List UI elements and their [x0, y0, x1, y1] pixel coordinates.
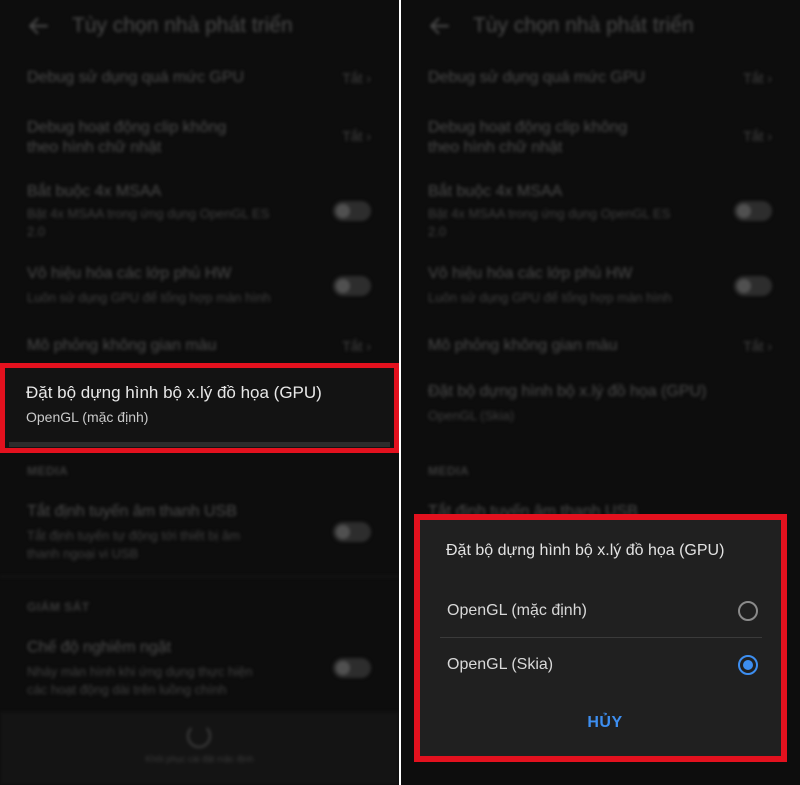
- setting-color-space[interactable]: Mô phỏng không gian màu Tắt ›: [401, 330, 800, 362]
- setting-force-msaa[interactable]: Bắt buộc 4x MSAA Bật 4x MSAA trong ứng d…: [0, 180, 399, 242]
- setting-gpu-renderer[interactable]: Đặt bộ dựng hình bộ x.lý đồ họa (GPU) Op…: [401, 378, 800, 430]
- setting-title: Vô hiệu hóa các lớp phủ HW: [27, 265, 232, 282]
- setting-title-line1: Debug hoạt động clip không: [27, 119, 227, 136]
- setting-subtitle-line1: Bật 4x MSAA trong ứng dụng OpenGL ES: [27, 206, 270, 221]
- msaa-toggle[interactable]: [734, 201, 772, 221]
- setting-title: Debug sử dụng quá mức GPU: [27, 69, 245, 86]
- reset-defaults-label[interactable]: Khôi phục cài đặt mặc định: [0, 754, 399, 764]
- option-opengl-default[interactable]: OpenGL (mặc định): [440, 585, 762, 637]
- setting-title: Debug sử dụng quá mức GPU: [428, 69, 646, 86]
- setting-gpu-overdraw[interactable]: Debug sử dụng quá mức GPU Tắt ›: [0, 62, 399, 98]
- setting-strict-mode[interactable]: Chế độ nghiêm ngặt Nháy màn hình khi ứng…: [0, 636, 399, 702]
- setting-force-msaa[interactable]: Bắt buộc 4x MSAA Bật 4x MSAA trong ứng d…: [401, 180, 800, 242]
- setting-subtitle-line1: Tắt định tuyến tự động tới thiết bị âm: [27, 528, 241, 543]
- setting-subtitle-line2: 2.0: [428, 224, 447, 239]
- setting-title: Vô hiệu hóa các lớp phủ HW: [428, 265, 633, 282]
- toggle-knob: [336, 525, 350, 539]
- back-arrow-icon[interactable]: [26, 13, 52, 39]
- section-header-media: MEDIA: [428, 464, 470, 478]
- app-bar: Tùy chọn nhà phát triển: [0, 0, 399, 56]
- setting-clip-ops[interactable]: Debug hoạt động clip không theo hình chữ…: [401, 114, 800, 164]
- setting-disable-hw-overlays[interactable]: Vô hiệu hóa các lớp phủ HW Luôn sử dụng …: [401, 262, 800, 310]
- setting-subtitle-line1: Bật 4x MSAA trong ứng dụng OpenGL ES: [428, 206, 671, 221]
- setting-title-line2: theo hình chữ nhật: [27, 139, 162, 156]
- cancel-button[interactable]: HỦY: [570, 714, 640, 742]
- toggle-knob: [336, 661, 350, 675]
- bottom-bar: [0, 712, 399, 785]
- page-title: Tùy chọn nhà phát triển: [72, 14, 293, 37]
- highlight-frame: [0, 363, 399, 453]
- setting-subtitle-line2: thanh ngoại vi USB: [27, 546, 139, 561]
- option-label: OpenGL (mặc định): [447, 602, 587, 619]
- refresh-icon[interactable]: [187, 724, 211, 748]
- setting-title-line2: theo hình chữ nhật: [428, 139, 563, 156]
- setting-subtitle-line1: Nháy màn hình khi ứng dụng thực hiện: [27, 664, 253, 679]
- setting-title: Chế độ nghiêm ngặt: [27, 639, 172, 656]
- option-opengl-skia[interactable]: OpenGL (Skia): [440, 639, 762, 691]
- back-arrow-icon[interactable]: [427, 13, 453, 39]
- app-bar: Tùy chọn nhà phát triển: [401, 0, 800, 56]
- setting-value: Tắt ›: [342, 70, 371, 86]
- setting-title: Đặt bộ dựng hình bộ x.lý đồ họa (GPU): [428, 383, 707, 400]
- setting-title: Mô phỏng không gian màu: [428, 337, 618, 354]
- setting-subtitle-line2: các hoạt động dài trên luồng chính: [27, 682, 227, 697]
- setting-value: Tắt ›: [743, 338, 772, 354]
- dialog-title: Đặt bộ dựng hình bộ x.lý đồ họa (GPU): [446, 542, 725, 559]
- setting-subtitle: Luôn sử dụng GPU để tổng hợp màn hình: [27, 290, 271, 305]
- section-divider: [0, 576, 399, 577]
- setting-value: Tắt ›: [743, 128, 772, 144]
- setting-title: Tắt định tuyến âm thanh USB: [27, 503, 237, 520]
- setting-disable-hw-overlays[interactable]: Vô hiệu hóa các lớp phủ HW Luôn sử dụng …: [0, 262, 399, 310]
- option-label: OpenGL (Skia): [447, 656, 554, 673]
- toggle-knob: [737, 279, 751, 293]
- hw-overlays-toggle[interactable]: [333, 276, 371, 296]
- setting-value: OpenGL (Skia): [428, 408, 515, 423]
- radio-unselected-icon[interactable]: [738, 601, 758, 621]
- setting-title-line1: Debug hoạt động clip không: [428, 119, 628, 136]
- setting-subtitle-line2: 2.0: [27, 224, 46, 239]
- radio-selected-icon[interactable]: [738, 655, 758, 675]
- setting-title: Bắt buộc 4x MSAA: [428, 183, 563, 200]
- setting-color-space[interactable]: Mô phỏng không gian màu Tắt ›: [0, 330, 399, 362]
- strict-mode-toggle[interactable]: [333, 658, 371, 678]
- setting-title: Mô phỏng không gian màu: [27, 337, 217, 354]
- toggle-knob: [336, 204, 350, 218]
- section-header-monitoring: GIÁM SÁT: [27, 600, 90, 614]
- option-divider: [440, 637, 762, 638]
- section-header-media: MEDIA: [27, 464, 69, 478]
- toggle-knob: [336, 279, 350, 293]
- setting-title: Bắt buộc 4x MSAA: [27, 183, 162, 200]
- toggle-knob: [737, 204, 751, 218]
- renderer-dialog: Đặt bộ dựng hình bộ x.lý đồ họa (GPU) Op…: [414, 514, 787, 762]
- msaa-toggle[interactable]: [333, 201, 371, 221]
- setting-value: Tắt ›: [342, 128, 371, 144]
- page-title: Tùy chọn nhà phát triển: [473, 14, 694, 37]
- setting-value: Tắt ›: [743, 70, 772, 86]
- hw-overlays-toggle[interactable]: [734, 276, 772, 296]
- setting-usb-audio[interactable]: Tắt định tuyến âm thanh USB Tắt định tuy…: [0, 500, 399, 570]
- usb-audio-toggle[interactable]: [333, 522, 371, 542]
- setting-value: Tắt ›: [342, 338, 371, 354]
- setting-clip-ops[interactable]: Debug hoạt động clip không theo hình chữ…: [0, 114, 399, 164]
- setting-gpu-overdraw[interactable]: Debug sử dụng quá mức GPU Tắt ›: [401, 62, 800, 98]
- left-screen: Tùy chọn nhà phát triển Debug sử dụng qu…: [0, 0, 399, 785]
- setting-subtitle: Luôn sử dụng GPU để tổng hợp màn hình: [428, 290, 672, 305]
